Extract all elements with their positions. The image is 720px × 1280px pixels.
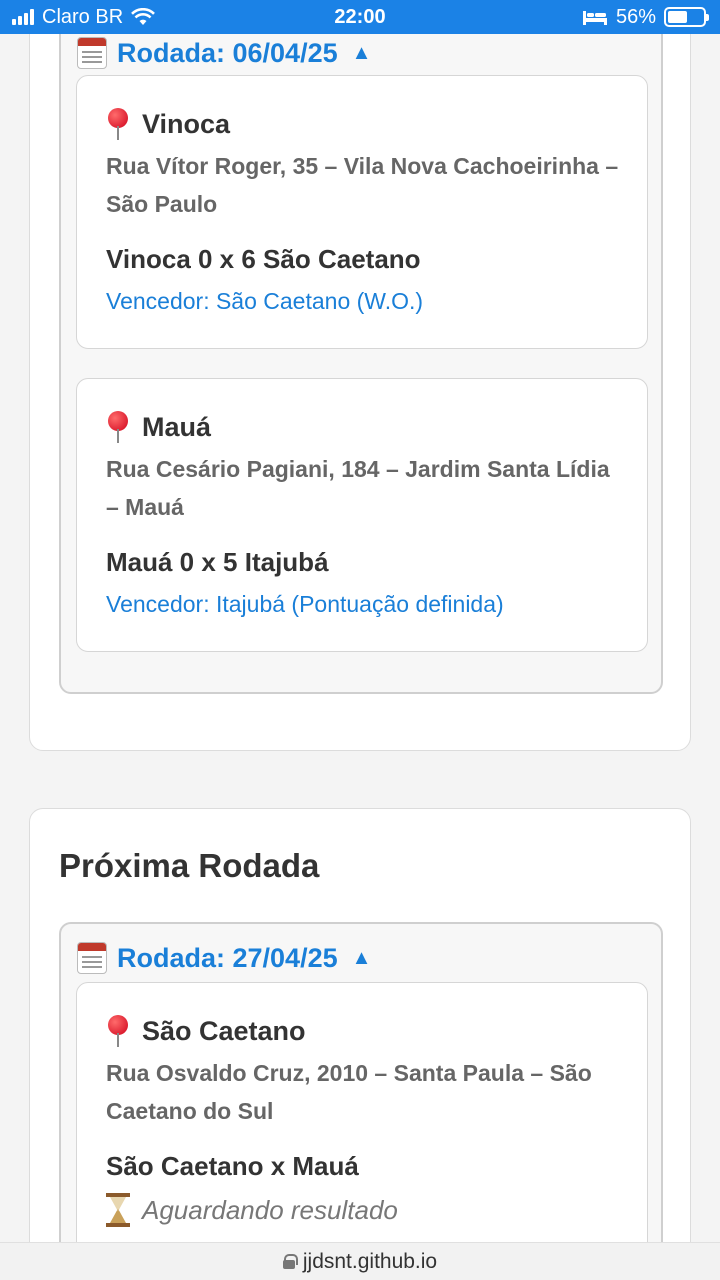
battery-label: 56% [615, 5, 656, 28]
round-box-next: Rodada: 27/04/25 ▲ São Caetano Rua Osval… [59, 922, 663, 1280]
match-card: Vinoca Rua Vítor Roger, 35 – Vila Nova C… [76, 75, 648, 349]
match-score: São Caetano x Mauá [106, 1151, 359, 1181]
round-box-previous: Rodada: 06/04/25 ▲ Vinoca Rua Vítor Roge… [59, 1, 663, 694]
hourglass-icon [106, 1193, 130, 1227]
match-score: Mauá 0 x 5 Itajubá [106, 547, 329, 577]
status-right: 56% [582, 5, 709, 29]
pin-icon [106, 1015, 130, 1047]
match-status: Aguardando resultado [106, 1193, 398, 1227]
venue-row: Vinoca [106, 108, 230, 140]
round-toggle[interactable]: Rodada: 06/04/25 ▲ [77, 37, 371, 69]
venue-address: Rua Cesário Pagiani, 184 – Jardim Santa … [106, 456, 610, 520]
section-title: Próxima Rodada [59, 847, 320, 884]
match-winner: Vencedor: São Caetano (W.O.) [106, 288, 424, 314]
round-date: Rodada: 06/04/25 [117, 37, 338, 68]
lock-icon [282, 1254, 298, 1269]
url-bar[interactable]: jjdsnt.github.io [0, 1242, 720, 1280]
venue-row: Mauá [106, 411, 211, 443]
match-status-label: Aguardando resultado [142, 1194, 398, 1225]
results-section: Rodada: 06/04/25 ▲ Vinoca Rua Vítor Roge… [29, 0, 691, 751]
next-round-section: Próxima Rodada Rodada: 27/04/25 ▲ São Ca… [29, 808, 691, 1280]
round-toggle[interactable]: Rodada: 27/04/25 ▲ [77, 942, 371, 974]
status-left: Claro BR [12, 5, 156, 29]
match-winner: Vencedor: Itajubá (Pontuação definida) [106, 591, 504, 617]
collapse-arrow-icon[interactable]: ▲ [352, 947, 372, 970]
wifi-icon [131, 8, 156, 25]
round-date: Rodada: 27/04/25 [117, 942, 338, 973]
calendar-icon [77, 942, 107, 974]
venue-name: Vinoca [142, 108, 231, 139]
pin-icon [106, 108, 130, 140]
venue-name: São Caetano [142, 1015, 306, 1046]
match-card: Mauá Rua Cesário Pagiani, 184 – Jardim S… [76, 378, 648, 652]
venue-address: Rua Vítor Roger, 35 – Vila Nova Cachoeir… [106, 153, 619, 217]
venue-name: Mauá [142, 411, 212, 442]
match-card: São Caetano Rua Osvaldo Cruz, 2010 – San… [76, 982, 648, 1280]
venue-row: São Caetano [106, 1015, 306, 1047]
battery-icon [664, 7, 709, 27]
match-score: Vinoca 0 x 6 São Caetano [106, 244, 421, 274]
pin-icon [106, 411, 130, 443]
signal-icon [12, 9, 34, 25]
status-bar: Claro BR 22:00 56% [0, 0, 720, 34]
bed-icon [582, 11, 607, 25]
venue-address: Rua Osvaldo Cruz, 2010 – Santa Paula – S… [106, 1060, 592, 1124]
url-domain[interactable]: jjdsnt.github.io [303, 1250, 437, 1274]
calendar-icon [77, 37, 107, 69]
collapse-arrow-icon[interactable]: ▲ [352, 42, 372, 65]
carrier-label: Claro BR [42, 5, 124, 28]
